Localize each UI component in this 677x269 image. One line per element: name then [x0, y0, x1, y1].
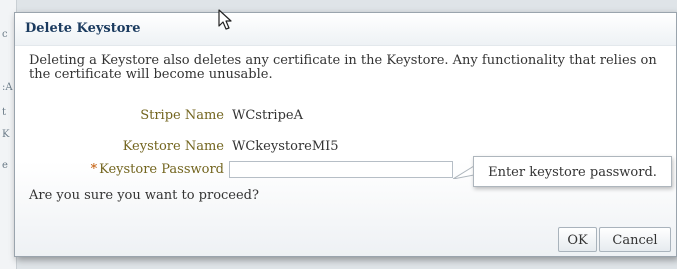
dialog-title: Delete Keystore — [25, 21, 141, 36]
delete-warning-message: Deleting a Keystore also deletes any cer… — [29, 53, 657, 82]
password-hint-tooltip: Enter keystore password. — [473, 156, 672, 187]
keystore-name-label: Keystore Name — [122, 139, 224, 154]
tooltip-pointer — [453, 165, 475, 179]
cancel-button[interactable]: Cancel — [599, 227, 671, 252]
background-text-fragment: K — [2, 129, 10, 140]
keystore-password-label: * Keystore Password — [91, 162, 224, 177]
background-text-fragment: :A — [2, 82, 13, 93]
stripe-name-value: WCstripeA — [232, 108, 303, 123]
background-text-fragment: t — [2, 107, 7, 118]
keystore-password-label-text: Keystore Password — [99, 162, 224, 177]
mouse-pointer-icon — [218, 9, 232, 30]
background-text-fragment: c — [2, 29, 8, 40]
confirm-question: Are you sure you want to proceed? — [29, 188, 259, 203]
dialog-content: Deleting a Keystore also deletes any cer… — [15, 46, 676, 256]
ok-button[interactable]: OK — [558, 227, 597, 252]
required-marker: * — [90, 162, 98, 177]
stripe-name-label: Stripe Name — [140, 108, 224, 123]
delete-keystore-dialog: Delete Keystore Deleting a Keystore also… — [14, 9, 677, 257]
keystore-name-value: WCkeystoreMI5 — [232, 139, 339, 154]
background-text-fragment: e — [2, 160, 8, 171]
keystore-password-input[interactable] — [229, 161, 453, 178]
dialog-header: Delete Keystore — [15, 13, 676, 46]
